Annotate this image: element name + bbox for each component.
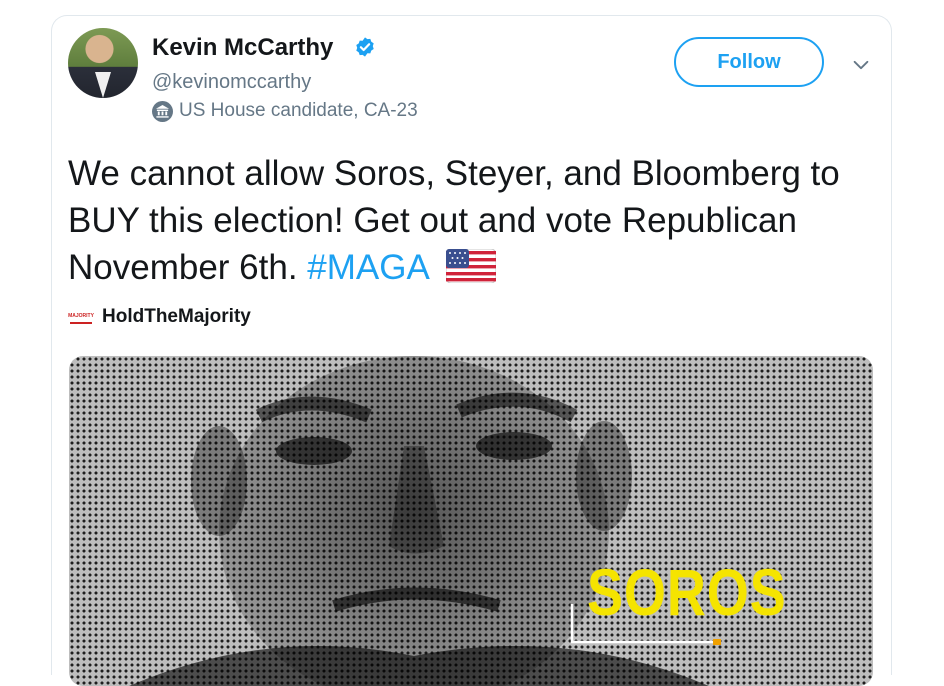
author-handle[interactable]: @kevinomccarthy: [152, 71, 311, 94]
chevron-down-icon[interactable]: [850, 54, 872, 76]
tweet-media-image[interactable]: SOROS: [69, 356, 873, 686]
overlay-bracket-line: [570, 604, 721, 645]
verified-badge-icon: [356, 37, 374, 57]
avatar[interactable]: [68, 28, 138, 98]
us-flag-icon: [445, 248, 496, 283]
source-attribution[interactable]: MAJORITY HoldTheMajority: [68, 306, 251, 328]
tweet-card: Kevin McCarthy @kevinomccarthy US House …: [51, 15, 892, 686]
holdthemajority-logo: MAJORITY: [68, 310, 94, 324]
government-building-icon: [152, 100, 173, 122]
source-name[interactable]: HoldTheMajority: [102, 306, 251, 328]
candidate-label-text: US House candidate, CA-23: [179, 100, 418, 121]
tweet-text: We cannot allow Soros, Steyer, and Bloom…: [68, 150, 868, 291]
author-name[interactable]: Kevin McCarthy: [152, 34, 333, 62]
halftone-portrait: [129, 356, 709, 686]
candidate-label: US House candidate, CA-23: [152, 100, 418, 122]
follow-button[interactable]: Follow: [674, 37, 824, 87]
hashtag-link[interactable]: #MAGA: [307, 248, 428, 287]
